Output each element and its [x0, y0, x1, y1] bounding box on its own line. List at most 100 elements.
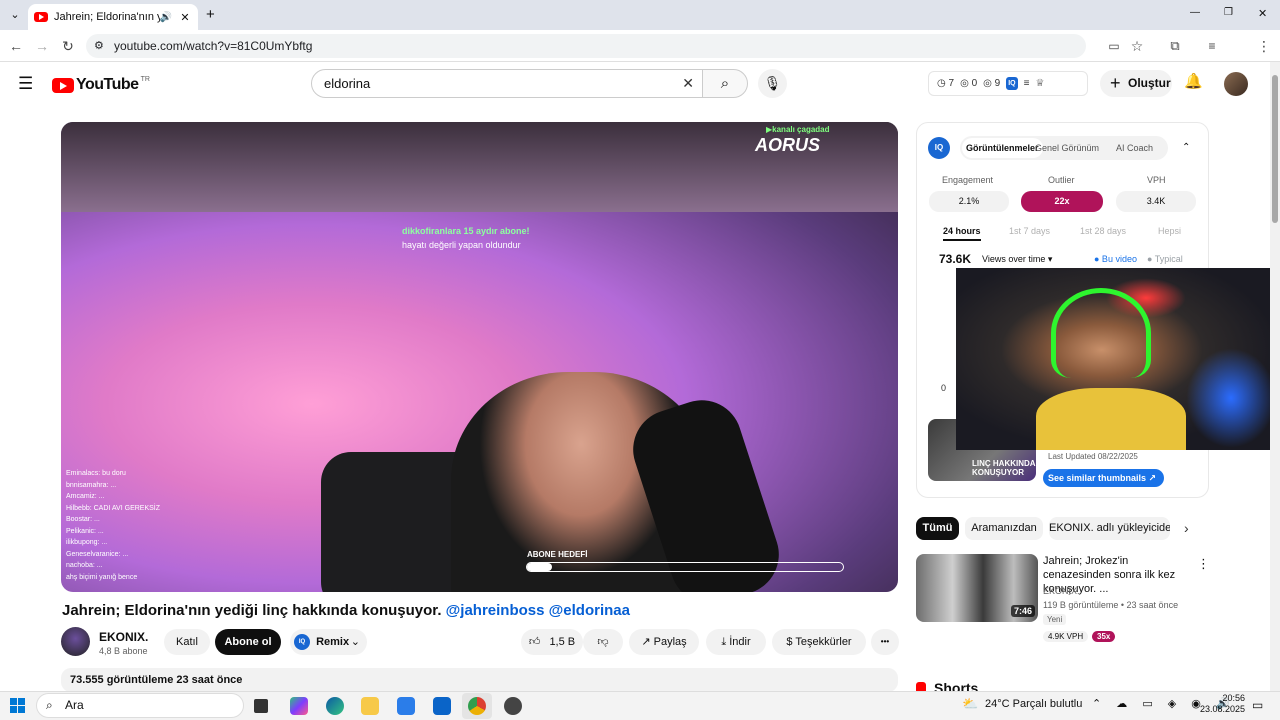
outlook-icon[interactable]: [433, 697, 451, 715]
yellow-jersey: [1036, 388, 1186, 450]
recommended-channel[interactable]: EKONIX.: [1043, 586, 1080, 596]
chat-line: Hilbebb: CADI AVI GEREKSİZ: [66, 504, 161, 512]
tab-list-button[interactable]: ⌄: [6, 6, 24, 24]
new-tab-button[interactable]: +: [206, 6, 215, 23]
range-28d[interactable]: 1st 28 days: [1080, 226, 1126, 236]
sub-goal-label: ABONE HEDEFİ: [527, 550, 588, 559]
video-title-mentions[interactable]: @jahreinboss @eldorinaa: [446, 602, 630, 619]
channel-name[interactable]: EKONIX.: [99, 630, 148, 644]
counter-eye-a: ◎ 0: [960, 78, 978, 89]
thumbs-down-icon: 👎︎: [597, 636, 609, 648]
remix-button[interactable]: IQ Remix ⌄: [290, 629, 367, 655]
sub-goal-progress-bar: [526, 562, 844, 572]
voice-search-mic-icon[interactable]: 🎙: [758, 69, 787, 98]
extension-counters[interactable]: ◷ 7 ◎ 0 ◎ 9 IQ ≡ ♕: [928, 71, 1088, 96]
maximize-button[interactable]: ❐: [1224, 7, 1233, 18]
chart-y-zero: 0: [941, 383, 947, 393]
hamburger-menu-icon[interactable]: ☰: [18, 74, 33, 94]
extensions-icon[interactable]: ⧉: [1165, 36, 1185, 56]
vph-value: 3.4K: [1116, 191, 1196, 212]
see-similar-thumbnails-button[interactable]: See similar thumbnails ↗: [1043, 469, 1164, 487]
download-button[interactable]: ⤓ İndir: [706, 629, 766, 655]
range-24h[interactable]: 24 hours: [943, 226, 981, 241]
store-icon[interactable]: [397, 697, 415, 715]
trophy-icon[interactable]: ♕: [1035, 72, 1044, 95]
tab-ai-coach[interactable]: AI Coach: [1116, 136, 1153, 160]
new-badge: Yeni: [1043, 614, 1067, 625]
chips-next-arrow-icon[interactable]: ›: [1184, 520, 1189, 536]
site-info-icon[interactable]: ⚙: [94, 34, 104, 58]
chip-all[interactable]: Tümü: [916, 517, 959, 540]
recommended-duration: 7:46: [1011, 605, 1036, 617]
dislike-button[interactable]: 👎︎: [583, 629, 623, 655]
windows-start-icon[interactable]: [10, 698, 25, 713]
chat-line: ahş biçimi yanığ bence: [66, 573, 138, 581]
tab-close-icon[interactable]: ✕: [178, 11, 192, 24]
audio-icon[interactable]: 🔊: [160, 12, 172, 23]
forward-button[interactable]: →: [32, 36, 52, 56]
back-button[interactable]: ←: [6, 36, 26, 56]
webcam-overlay: [956, 268, 1280, 450]
chat-line: Boostar: ...: [66, 516, 100, 523]
taskbar-search[interactable]: ⌕ Ara: [36, 693, 244, 718]
share-icon: ↗: [641, 636, 654, 648]
card-tab-switch: Görüntülenmeler Genel Görünüm AI Coach: [960, 136, 1168, 160]
more-actions-button[interactable]: •••: [871, 629, 899, 655]
list-icon[interactable]: ≡: [1024, 72, 1030, 95]
remix-dropdown-icon[interactable]: ⌄: [351, 629, 360, 655]
youtube-logo[interactable]: YouTube TR: [52, 76, 150, 94]
sub-goal-progress-fill: [527, 563, 553, 571]
remix-label: Remix: [316, 636, 350, 648]
description-box[interactable]: 73.555 görüntüleme 23 saat önce: [61, 668, 898, 692]
share-button[interactable]: ↗ Paylaş: [629, 629, 699, 655]
recommended-menu-icon[interactable]: ⋮: [1197, 556, 1210, 572]
app-icon[interactable]: [504, 697, 522, 715]
search-clear-icon[interactable]: ✕: [682, 70, 694, 97]
reload-button[interactable]: ↻: [58, 36, 78, 56]
like-button[interactable]: 👍︎ 1,5 B: [521, 629, 583, 655]
install-app-icon[interactable]: ▭: [1104, 36, 1124, 56]
file-explorer-icon[interactable]: [361, 697, 379, 715]
search-button[interactable]: ⌕: [702, 69, 748, 98]
account-avatar[interactable]: [1224, 72, 1248, 96]
notification-center-icon[interactable]: ▭: [1252, 698, 1263, 712]
taskbar-clock[interactable]: 20:56 23.08.2025: [1200, 693, 1245, 715]
page-scrollbar-thumb[interactable]: [1272, 75, 1278, 223]
search-input[interactable]: eldorina ✕: [311, 69, 703, 98]
taskbar-weather[interactable]: 24°C Parçalı bulutlu: [985, 698, 1082, 710]
task-view-icon[interactable]: [254, 699, 268, 713]
create-button[interactable]: Oluştur: [1100, 70, 1172, 97]
tab-views[interactable]: Görüntülenmeler: [962, 138, 1043, 158]
edge-icon[interactable]: [326, 697, 344, 715]
recommended-meta: 119 B görüntüleme • 23 saat önce: [1043, 600, 1179, 610]
weather-icon: ⛅: [962, 696, 979, 711]
vidiq-icon[interactable]: IQ: [1006, 77, 1018, 90]
vidiq-logo-icon: IQ: [928, 137, 950, 159]
tab-title: Jahrein; Eldorina'nın yediği: [54, 11, 160, 23]
video-title-text: Jahrein; Eldorina'nın yediği linç hakkın…: [62, 602, 442, 619]
subscribe-button[interactable]: Abone ol: [215, 629, 281, 655]
range-all[interactable]: Hepsi: [1158, 226, 1181, 236]
browser-tab-active[interactable]: Jahrein; Eldorina'nın yediği 🔊 ✕: [28, 4, 198, 30]
chat-line: Eminalacs: bu doru: [66, 470, 126, 477]
like-count: 1,5 B: [549, 636, 576, 648]
channel-avatar[interactable]: [61, 627, 90, 656]
notifications-bell-icon[interactable]: 🔔: [1184, 72, 1203, 90]
card-collapse-icon[interactable]: ⌃: [1182, 142, 1190, 153]
legend-this-video: ● Bu video: [1094, 254, 1137, 264]
range-7d[interactable]: 1st 7 days: [1009, 226, 1050, 236]
views-metric-select[interactable]: Views over time ▾: [982, 254, 1052, 265]
address-bar[interactable]: ⚙ youtube.com/watch?v=81C0UmYbftg: [86, 34, 1086, 58]
close-window-button[interactable]: ✕: [1258, 7, 1267, 20]
chip-from-search[interactable]: Aramanızdan: [965, 517, 1043, 540]
minimize-button[interactable]: —: [1190, 7, 1200, 18]
thanks-button[interactable]: $ Teşekkürler: [772, 629, 866, 655]
bookmark-star-icon[interactable]: ☆: [1127, 36, 1147, 56]
tab-overview[interactable]: Genel Görünüm: [1035, 136, 1099, 160]
browser-menu-icon[interactable]: ⋮: [1254, 36, 1274, 56]
join-button[interactable]: Katıl: [164, 629, 210, 655]
copilot-icon[interactable]: [290, 697, 308, 715]
chip-from-uploader[interactable]: EKONIX. adlı yükleyiciden: [1049, 517, 1170, 540]
aorus-brand-logo: AORUS: [755, 135, 821, 155]
media-control-icon[interactable]: ≡: [1202, 36, 1222, 56]
